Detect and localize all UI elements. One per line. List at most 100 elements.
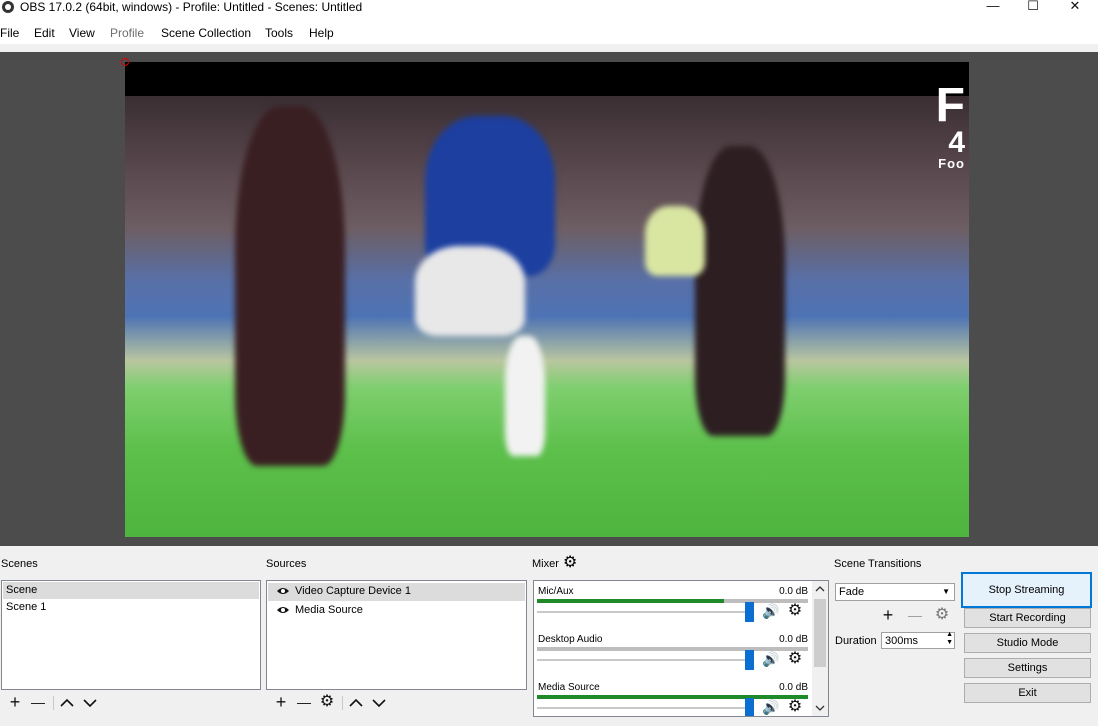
- list-item[interactable]: Scene 1: [3, 599, 259, 616]
- mixer-channel: Media Source 0.0 dB 🔊 ⚙: [534, 680, 812, 716]
- channel-name: Desktop Audio: [538, 634, 603, 645]
- menu-edit[interactable]: Edit: [34, 26, 55, 40]
- list-item[interactable]: Scene: [3, 582, 259, 599]
- title-bar: OBS 17.0.2 (64bit, windows) - Profile: U…: [0, 0, 1098, 22]
- add-scene-button[interactable]: +: [4, 692, 26, 714]
- volume-slider-handle[interactable]: [745, 602, 754, 622]
- gear-icon[interactable]: ⚙: [787, 650, 803, 668]
- channel-name: Mic/Aux: [538, 586, 574, 597]
- list-item[interactable]: Video Capture Device 1: [268, 583, 525, 601]
- close-button[interactable]: ✕: [1052, 0, 1098, 14]
- menu-bar: File Edit View Profile Scene Collection …: [0, 22, 1098, 44]
- overlay-text: 4: [948, 126, 965, 159]
- add-icon: +: [9, 692, 21, 712]
- sources-title: Sources: [266, 558, 307, 570]
- transition-properties-button[interactable]: ⚙: [931, 605, 953, 627]
- eye-icon[interactable]: [276, 605, 290, 615]
- menu-help[interactable]: Help: [309, 26, 334, 40]
- remove-icon: —: [297, 694, 311, 710]
- chevron-down-icon[interactable]: [812, 700, 828, 716]
- volume-slider-handle[interactable]: [745, 698, 754, 716]
- mixer-channel: Mic/Aux 0.0 dB 🔊 ⚙: [534, 584, 812, 632]
- overlay-text: F: [935, 79, 965, 132]
- gear-icon: ⚙: [934, 606, 950, 623]
- duration-spinbox[interactable]: 300ms ▲ ▼: [881, 631, 955, 649]
- volume-slider[interactable]: [537, 707, 754, 709]
- channel-name: Media Source: [538, 682, 600, 693]
- add-transition-button[interactable]: +: [877, 605, 899, 627]
- channel-db: 0.0 dB: [779, 634, 808, 645]
- volume-slider[interactable]: [537, 659, 754, 661]
- overlay-text: Foo: [938, 156, 965, 171]
- menu-profile[interactable]: Profile: [110, 26, 144, 40]
- mixer-panel: Mic/Aux 0.0 dB 🔊 ⚙ Desktop Audio 0.0 dB …: [533, 580, 829, 717]
- chevron-up-icon[interactable]: [812, 581, 828, 597]
- channel-db: 0.0 dB: [779, 682, 808, 693]
- start-recording-button[interactable]: Start Recording: [964, 608, 1091, 628]
- mixer-scrollbar[interactable]: [812, 581, 828, 716]
- gear-icon[interactable]: ⚙: [787, 602, 803, 620]
- move-source-down-button[interactable]: [368, 692, 390, 714]
- gear-icon: ⚙: [319, 693, 335, 710]
- obs-logo-icon: [2, 1, 14, 13]
- studio-mode-button[interactable]: Studio Mode: [964, 633, 1091, 653]
- chevron-up-icon: [349, 698, 363, 707]
- source-properties-button[interactable]: ⚙: [316, 692, 338, 714]
- remove-transition-button[interactable]: —: [904, 605, 926, 627]
- volume-slider[interactable]: [537, 611, 754, 613]
- maximize-button[interactable]: ☐: [1010, 0, 1056, 14]
- source-anchor-marker[interactable]: [121, 58, 129, 66]
- speaker-icon[interactable]: 🔊: [762, 602, 779, 620]
- move-source-up-button[interactable]: [345, 692, 367, 714]
- menu-scene-collection[interactable]: Scene Collection: [161, 26, 251, 40]
- transition-selected: Fade: [839, 586, 865, 598]
- chevron-down-icon: [372, 699, 386, 708]
- add-icon: +: [275, 692, 287, 712]
- remove-source-button[interactable]: —: [293, 692, 315, 714]
- chevron-up-icon: [60, 698, 74, 707]
- mixer-title: Mixer: [532, 558, 559, 570]
- duration-value: 300ms: [885, 635, 919, 647]
- broadcast-overlay: F 4 Foo: [935, 79, 965, 172]
- meter-level: [537, 599, 724, 603]
- sources-toolbar: + — ⚙: [269, 692, 527, 714]
- player-figure: [235, 106, 345, 466]
- video-preview[interactable]: F 4 Foo: [125, 62, 969, 537]
- channel-db: 0.0 dB: [779, 586, 808, 597]
- exit-button[interactable]: Exit: [964, 683, 1091, 703]
- spin-arrows-icon[interactable]: ▲ ▼: [946, 631, 953, 647]
- sources-list[interactable]: Video Capture Device 1 Media Source: [266, 580, 527, 690]
- transitions-title: Scene Transitions: [834, 558, 922, 570]
- menu-tools[interactable]: Tools: [265, 26, 293, 40]
- gear-icon[interactable]: ⚙: [787, 698, 803, 716]
- duration-label: Duration: [835, 635, 877, 647]
- player-figure: [645, 206, 705, 276]
- list-item[interactable]: Media Source: [268, 602, 525, 619]
- volume-slider-handle[interactable]: [745, 650, 754, 670]
- eye-icon[interactable]: [276, 586, 290, 596]
- scrollbar-thumb[interactable]: [814, 599, 826, 667]
- speaker-icon[interactable]: 🔊: [762, 650, 779, 668]
- menu-file[interactable]: File: [0, 26, 19, 40]
- settings-button[interactable]: Settings: [964, 658, 1091, 678]
- chevron-down-icon: [83, 699, 97, 708]
- move-scene-down-button[interactable]: [79, 692, 101, 714]
- scenes-title: Scenes: [1, 558, 38, 570]
- move-scene-up-button[interactable]: [56, 692, 78, 714]
- speaker-icon[interactable]: 🔊: [762, 698, 779, 716]
- add-icon: +: [882, 605, 894, 625]
- scenes-list[interactable]: Scene Scene 1: [1, 580, 261, 690]
- menu-view[interactable]: View: [69, 26, 95, 40]
- add-source-button[interactable]: +: [270, 692, 292, 714]
- remove-icon: —: [908, 607, 922, 623]
- source-label: Media Source: [295, 604, 363, 616]
- remove-icon: —: [31, 694, 45, 710]
- remove-scene-button[interactable]: —: [27, 692, 49, 714]
- player-figure: [505, 336, 545, 456]
- mixer-channel: Desktop Audio 0.0 dB 🔊 ⚙: [534, 632, 812, 680]
- player-figure: [695, 146, 785, 436]
- stop-streaming-button[interactable]: Stop Streaming: [961, 572, 1092, 608]
- video-frame: [125, 96, 969, 537]
- transition-select[interactable]: Fade ▼: [835, 583, 955, 601]
- mixer-gear-icon[interactable]: ⚙: [563, 555, 577, 571]
